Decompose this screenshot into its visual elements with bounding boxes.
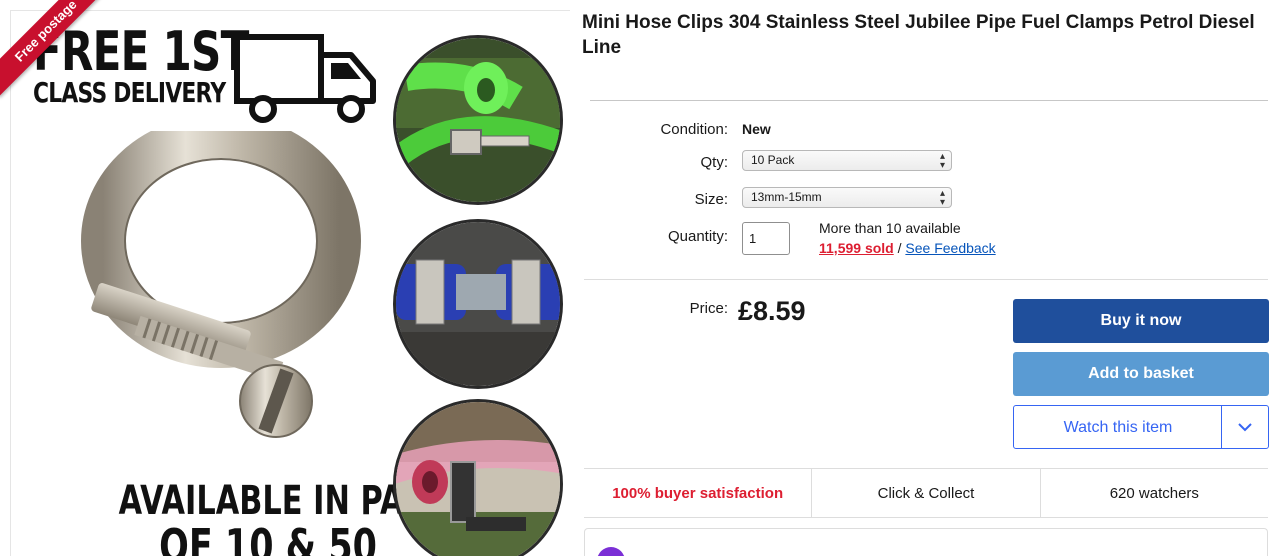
- listing-details: Mini Hose Clips 304 Stainless Steel Jubi…: [582, 0, 1280, 556]
- qty-select[interactable]: 10 Pack ▴ ▾: [742, 150, 952, 171]
- quantity-label: Quantity:: [667, 228, 728, 245]
- item-title: Mini Hose Clips 304 Stainless Steel Jubi…: [582, 12, 1255, 58]
- delivery-van-icon: [234, 34, 376, 123]
- blue-hose-photo-icon: [396, 222, 560, 386]
- hose-clamp-illustration: [81, 131, 361, 438]
- promo-badge-icon: [597, 547, 625, 556]
- price-label: Price:: [689, 300, 728, 317]
- chevron-down-icon: [1238, 422, 1252, 431]
- pink-hose-photo-icon: [396, 402, 560, 556]
- sold-count-link[interactable]: 11,599 sold: [819, 240, 894, 256]
- packs-caption: AVAILABLE IN PACKS OF 10 & 50: [37, 478, 472, 556]
- availability-text: More than 10 available: [819, 220, 961, 236]
- buy-it-now-button[interactable]: Buy it now: [1013, 299, 1269, 343]
- packs-caption-line2: OF 10 & 50: [159, 519, 377, 556]
- add-to-basket-button[interactable]: Add to basket: [1013, 352, 1269, 396]
- size-select-value: 13mm-15mm: [751, 190, 822, 204]
- delivery-headline-line1: FREE 1ST: [33, 20, 249, 83]
- size-label: Size:: [694, 191, 728, 208]
- main-product-image[interactable]: FREE 1ST CLASS DELIVERY AVAILABLE IN PAC…: [10, 10, 570, 556]
- packs-caption-line1: AVAILABLE IN PACKS: [118, 478, 472, 524]
- thumbnail-green-hose[interactable]: [393, 35, 563, 205]
- promo-panel: [584, 528, 1268, 556]
- see-feedback-link[interactable]: See Feedback: [905, 240, 995, 256]
- select-arrows-icon: ▴ ▾: [939, 188, 945, 208]
- sold-separator: /: [893, 240, 906, 256]
- seller-stats-bar: 100% buyer satisfaction Click & Collect …: [584, 468, 1268, 518]
- thumbnail-blue-hose[interactable]: [393, 219, 563, 389]
- price-divider: [584, 279, 1268, 280]
- qty-label: Qty:: [700, 154, 728, 171]
- click-collect-stat: Click & Collect: [811, 469, 1039, 517]
- thumbnail-pink-hose[interactable]: [393, 399, 563, 556]
- quantity-input[interactable]: 1: [742, 222, 790, 255]
- size-select[interactable]: 13mm-15mm ▴ ▾: [742, 187, 952, 208]
- condition-value: New: [742, 121, 771, 137]
- price-value: £8.59: [738, 296, 806, 326]
- sold-line: 11,599 sold / See Feedback: [819, 240, 996, 256]
- condition-label: Condition:: [660, 121, 728, 138]
- image-gallery: FREE 1ST CLASS DELIVERY AVAILABLE IN PAC…: [0, 0, 572, 556]
- watch-options-dropdown[interactable]: [1222, 406, 1268, 448]
- title-divider: [590, 100, 1268, 101]
- green-hose-photo-icon: [396, 38, 560, 202]
- watch-item-button[interactable]: Watch this item: [1013, 405, 1269, 449]
- watchers-stat: 620 watchers: [1039, 469, 1268, 517]
- watch-item-label: Watch this item: [1063, 419, 1173, 436]
- delivery-headline-line2: CLASS DELIVERY: [33, 76, 226, 109]
- select-arrows-icon: ▴ ▾: [939, 151, 945, 171]
- qty-select-value: 10 Pack: [751, 153, 795, 167]
- buyer-satisfaction-stat: 100% buyer satisfaction: [612, 485, 784, 502]
